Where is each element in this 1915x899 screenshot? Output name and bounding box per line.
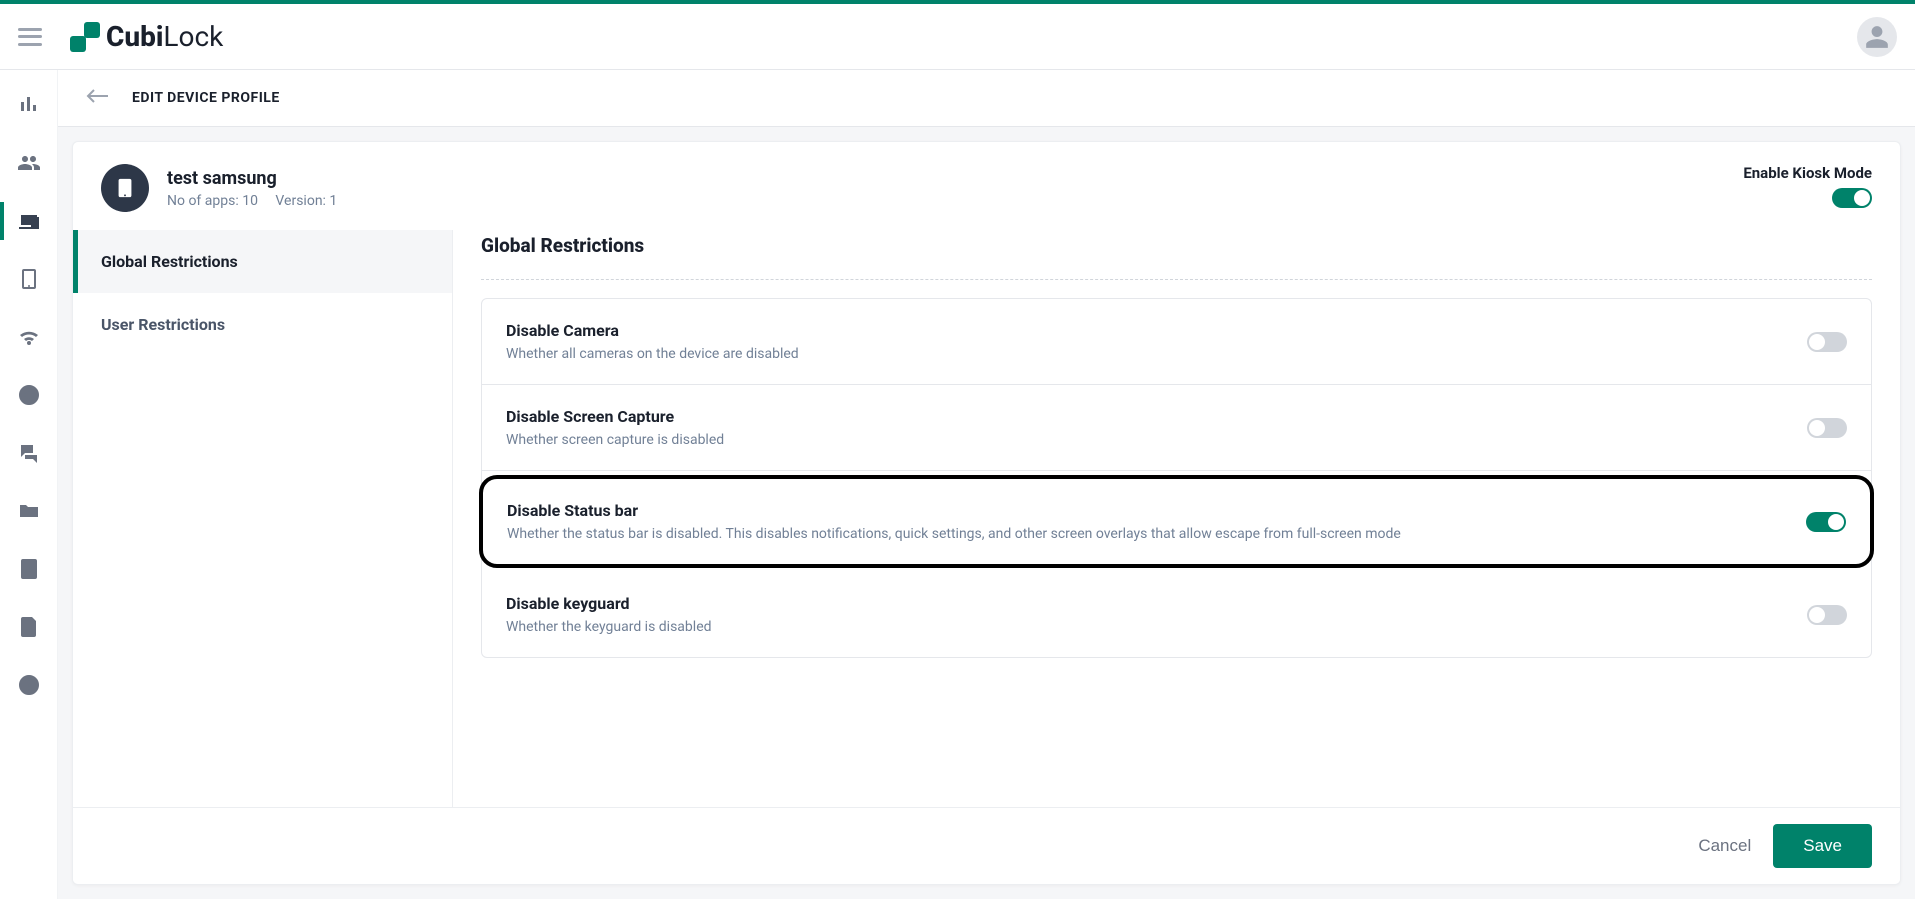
settings-panel: Global Restrictions Disable Camera Whethe… [453,230,1900,807]
setting-toggle[interactable] [1807,332,1847,352]
profile-card: test samsung No of apps: 10 Version: 1 E… [72,141,1901,885]
wifi-icon [17,325,41,349]
setting-toggle[interactable] [1807,605,1847,625]
devices-icon [17,209,41,233]
sidebar-help[interactable] [16,672,42,698]
setting-row: Disable keyguard Whether the keyguard is … [482,572,1871,657]
setting-toggle[interactable] [1807,418,1847,438]
setting-row: Disable Screen Capture Whether screen cap… [482,385,1871,471]
profile-version: Version: 1 [275,193,337,209]
sidebar-dashboard[interactable] [16,92,42,118]
settings-list: Disable Camera Whether all cameras on the… [481,298,1872,658]
back-button[interactable] [86,88,110,108]
block-icon [17,383,41,407]
sidebar-devices[interactable] [16,208,42,234]
setting-description: Whether all cameras on the device are di… [506,346,1807,362]
sidebar-wifi[interactable] [16,324,42,350]
sidebar-block[interactable] [16,382,42,408]
profile-apps-count: No of apps: 10 [167,193,258,209]
users-icon [17,151,41,175]
sidebar-users[interactable] [16,150,42,176]
settings-tabs: Global RestrictionsUser Restrictions [73,230,453,807]
cancel-button[interactable]: Cancel [1698,836,1751,856]
brand-icon [70,22,100,52]
setting-title: Disable Screen Capture [506,407,1807,426]
sidebar-nav [0,70,58,899]
kiosk-mode-toggle[interactable] [1832,188,1872,208]
tab-global-restrictions[interactable]: Global Restrictions [73,230,452,293]
card-footer: Cancel Save [73,807,1900,884]
setting-description: Whether the status bar is disabled. This… [507,526,1806,542]
setting-title: Disable Status bar [507,501,1806,520]
setting-row: Disable Status bar Whether the status bar… [479,475,1874,568]
sidebar-config[interactable] [16,556,42,582]
setting-toggle[interactable] [1806,512,1846,532]
chat-icon [17,441,41,465]
breadcrumb-title: EDIT DEVICE PROFILE [132,90,280,106]
bar-chart-icon [17,93,41,117]
arrow-left-icon [86,88,110,104]
device-avatar [101,164,149,212]
setting-description: Whether screen capture is disabled [506,432,1807,448]
tab-user-restrictions[interactable]: User Restrictions [73,293,452,356]
section-title: Global Restrictions [481,230,1872,280]
sidebar-chat[interactable] [16,440,42,466]
user-avatar[interactable] [1857,17,1897,57]
breadcrumb-bar: EDIT DEVICE PROFILE [58,70,1915,127]
setting-title: Disable keyguard [506,594,1807,613]
sidebar-mobile[interactable] [16,266,42,292]
brand-name: CubiLock [106,20,223,53]
sidebar-folder[interactable] [16,498,42,524]
profile-name: test samsung [167,168,351,189]
setting-title: Disable Camera [506,321,1807,340]
app-header: CubiLock [0,4,1915,70]
help-icon [17,673,41,697]
profile-meta: No of apps: 10 Version: 1 [167,193,351,209]
setting-description: Whether the keyguard is disabled [506,619,1807,635]
user-icon [1864,24,1890,50]
setting-row: Disable Camera Whether all cameras on the… [482,299,1871,385]
save-button[interactable]: Save [1773,824,1872,868]
kiosk-mode-label: Enable Kiosk Mode [1743,164,1872,182]
mobile-icon [17,267,41,291]
menu-toggle-button[interactable] [18,28,42,46]
brand-logo[interactable]: CubiLock [70,20,223,53]
document-icon [17,615,41,639]
sidebar-docs[interactable] [16,614,42,640]
folder-icon [17,499,41,523]
wrench-file-icon [17,557,41,581]
profile-header: test samsung No of apps: 10 Version: 1 E… [73,142,1900,230]
phone-icon [114,177,136,199]
